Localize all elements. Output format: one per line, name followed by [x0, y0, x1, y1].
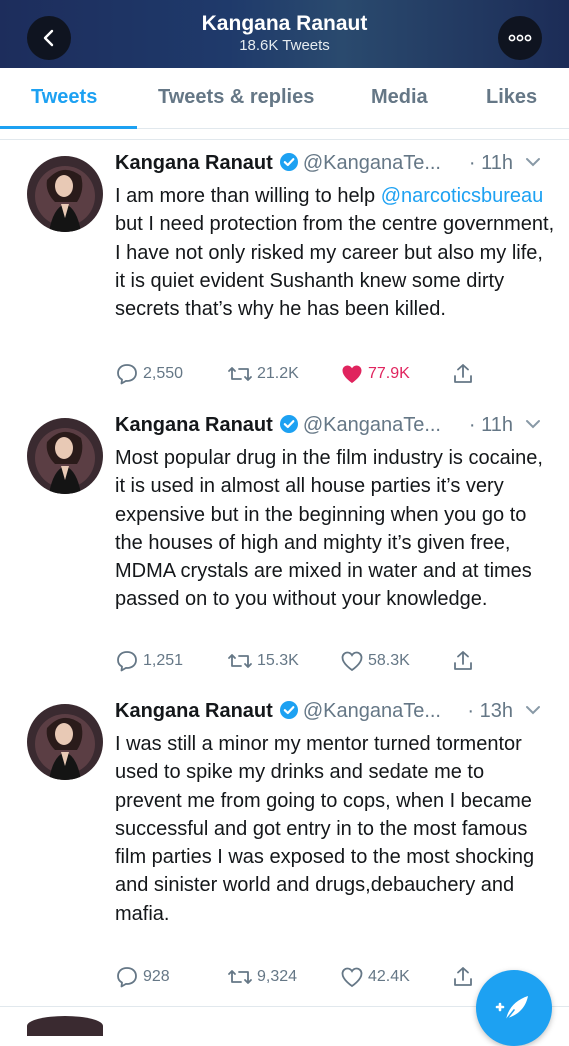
tweet-header: Kangana Ranaut @KanganaTe... · 13h [115, 700, 555, 730]
reply-count: 2,550 [143, 365, 184, 382]
retweet-icon [228, 654, 252, 668]
like-count: 77.9K [368, 365, 410, 382]
verified-badge-icon [279, 701, 298, 719]
reply-button[interactable]: 2,550 [115, 362, 183, 386]
tab-likes[interactable]: Likes [486, 86, 537, 109]
verified-badge-icon [279, 153, 298, 171]
share-button[interactable] [451, 362, 479, 386]
tweet-text: Most popular drug in the film industry i… [115, 447, 543, 611]
reply-button[interactable]: 1,251 [115, 649, 183, 673]
avatar[interactable] [27, 704, 103, 780]
more-options-button[interactable] [498, 16, 542, 60]
reply-icon [117, 967, 137, 988]
profile-header: Kangana Ranaut 18.6K Tweets [0, 0, 569, 68]
tabs-separator [0, 129, 569, 140]
reply-icon [117, 651, 137, 672]
profile-name-title: Kangana Ranaut [201, 12, 368, 35]
heart-icon [341, 967, 363, 988]
retweet-count: 15.3K [257, 652, 299, 669]
retweet-icon [228, 367, 252, 381]
compose-tweet-icon [495, 996, 528, 1021]
like-count: 42.4K [368, 968, 410, 985]
reply-icon [117, 364, 137, 385]
like-button[interactable]: 42.4K [340, 965, 410, 989]
next-tweet-avatar [27, 1016, 103, 1036]
chevron-down-icon[interactable] [525, 156, 541, 168]
heart-filled-icon [342, 365, 362, 383]
retweet-button[interactable]: 21.2K [227, 362, 299, 386]
tweet-header: Kangana Ranaut @KanganaTe... · 11h [115, 152, 555, 182]
share-icon [454, 967, 472, 986]
reply-button[interactable]: 928 [115, 965, 170, 989]
share-icon [454, 651, 472, 670]
author-name[interactable]: Kangana Ranaut [115, 414, 273, 436]
mention-link[interactable]: @narcoticsbureau [381, 185, 544, 207]
heart-icon [341, 651, 363, 672]
tweet[interactable]: Kangana Ranaut @KanganaTe... · 11h I am m… [0, 140, 569, 403]
author-handle[interactable]: @KanganaTe... [303, 700, 441, 722]
tweet-header: Kangana Ranaut @KanganaTe... · 11h [115, 414, 555, 444]
tab-tweets-and-replies[interactable]: Tweets & replies [158, 86, 314, 109]
tweet-text: I am more than willing to help @narcotic… [115, 185, 555, 321]
tweet-actions: 1,251 15.3K 58.3K [115, 649, 555, 679]
author-name[interactable]: Kangana Ranaut [115, 152, 273, 174]
reply-count: 928 [143, 968, 170, 985]
tweet-time[interactable]: · 11h [469, 152, 513, 175]
avatar[interactable] [27, 156, 103, 232]
share-button[interactable] [451, 649, 479, 673]
compose-tweet-button[interactable] [476, 970, 552, 1046]
chevron-down-icon[interactable] [525, 704, 541, 716]
tweet-time[interactable]: · 13h [467, 700, 513, 723]
author-handle[interactable]: @KanganaTe... [303, 152, 441, 174]
like-count: 58.3K [368, 652, 410, 669]
retweet-count: 21.2K [257, 365, 299, 382]
like-button[interactable]: 58.3K [340, 649, 410, 673]
share-button[interactable] [451, 965, 479, 989]
tweet-count: 18.6K Tweets [239, 37, 330, 54]
retweet-button[interactable]: 9,324 [227, 965, 297, 989]
ellipsis-icon [508, 34, 532, 42]
author-handle[interactable]: @KanganaTe... [303, 414, 441, 436]
tweet-text: I was still a minor my mentor turned tor… [115, 733, 535, 925]
tab-media[interactable]: Media [371, 86, 428, 109]
tweet-actions: 2,550 21.2K 77.9K [115, 362, 555, 392]
tweet-time[interactable]: · 11h [469, 414, 513, 437]
profile-tabs: Tweets Tweets & replies Media Likes [0, 68, 569, 129]
tab-tweets[interactable]: Tweets [31, 86, 97, 109]
share-icon [454, 364, 472, 383]
tweet[interactable]: Kangana Ranaut @KanganaTe... · 11h Most p… [0, 402, 569, 689]
author-name[interactable]: Kangana Ranaut [115, 700, 273, 722]
like-button[interactable]: 77.9K [340, 362, 410, 386]
retweet-button[interactable]: 15.3K [227, 649, 299, 673]
chevron-down-icon[interactable] [525, 418, 541, 430]
reply-count: 1,251 [143, 652, 184, 669]
retweet-icon [228, 970, 252, 984]
verified-badge-icon [279, 415, 298, 433]
retweet-count: 9,324 [257, 968, 298, 985]
tweet[interactable]: Kangana Ranaut @KanganaTe... · 13h I was … [0, 688, 569, 1007]
avatar[interactable] [27, 418, 103, 494]
